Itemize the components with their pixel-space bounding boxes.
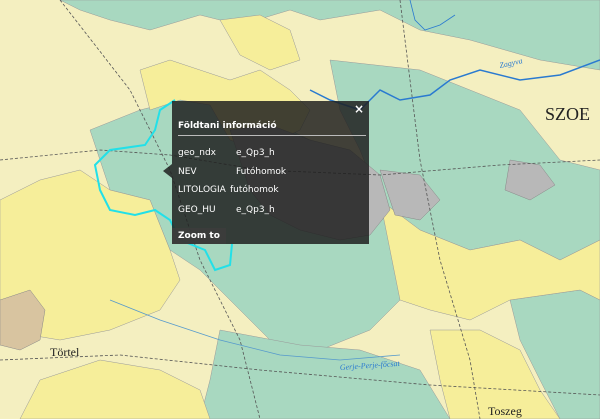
place-label-toszeg: Toszeg	[488, 404, 522, 418]
attribute-value: futóhomok	[230, 185, 279, 195]
attribute-key: geo_ndx	[178, 148, 216, 158]
attribute-row: geo_ndx e_Qp3_h	[178, 148, 366, 160]
attribute-key: LITOLOGIA	[178, 185, 226, 195]
attribute-value: e_Qp3_h	[236, 205, 275, 215]
popup-title: Földtani információ	[178, 121, 277, 131]
popup-pointer	[163, 164, 172, 178]
close-icon[interactable]: ×	[353, 103, 365, 115]
popup-divider	[178, 135, 366, 136]
attribute-key: GEO_HU	[178, 205, 216, 215]
place-label-tortel: Törtel	[50, 345, 80, 359]
attribute-value: e_Qp3_h	[236, 148, 275, 158]
attribute-row: NEV Futóhomok	[178, 167, 366, 179]
attribute-key: NEV	[178, 167, 197, 177]
feature-info-popup: × Földtani információ geo_ndx e_Qp3_h NE…	[172, 101, 369, 244]
attribute-row: GEO_HU e_Qp3_h	[178, 205, 366, 217]
attribute-value: Futóhomok	[236, 167, 287, 177]
place-label-szoe: SZOE	[545, 104, 590, 124]
zoom-to-button[interactable]: Zoom to	[172, 228, 226, 244]
attribute-row: LITOLOGIA futóhomok	[178, 185, 366, 197]
